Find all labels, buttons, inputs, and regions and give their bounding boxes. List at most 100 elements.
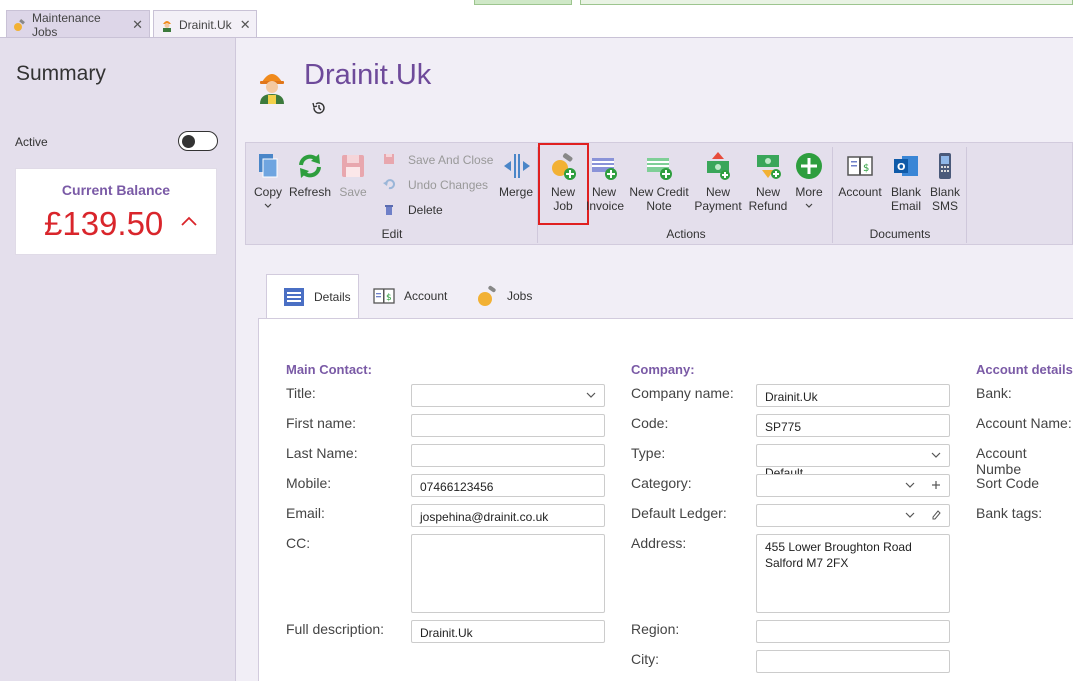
title-select[interactable]	[411, 384, 605, 407]
undo-changes-button[interactable]: Undo Changes	[382, 178, 488, 192]
group-divider	[966, 147, 967, 243]
main-contact-heading: Main Contact:	[286, 362, 372, 377]
code-field[interactable]: SP775	[756, 414, 950, 437]
window-tab-strip: Maintenance Jobs ✕ Drainit.Uk ✕	[0, 0, 1073, 39]
tab-jobs[interactable]: Jobs	[475, 274, 532, 318]
company-name-field[interactable]: Drainit.Uk	[756, 384, 950, 407]
category-label: Category:	[631, 475, 692, 491]
save-button[interactable]: Save	[337, 151, 369, 199]
ledger-icon: $	[372, 284, 396, 308]
page-title: Drainit.Uk	[304, 59, 432, 91]
copy-icon	[253, 151, 283, 181]
category-select[interactable]	[756, 474, 950, 497]
group-divider	[832, 147, 833, 243]
tab-details[interactable]: Details	[266, 274, 359, 318]
tab-maintenance-jobs[interactable]: Maintenance Jobs ✕	[6, 10, 150, 39]
record-header: Drainit.Uk	[237, 38, 1073, 134]
chevron-down-icon	[586, 388, 596, 407]
chevron-down-icon	[905, 508, 915, 527]
documents-group-label: Documents	[869, 227, 931, 241]
close-icon[interactable]: ✕	[132, 17, 143, 33]
balance-label: Current Balance	[61, 182, 171, 198]
undo-icon	[382, 178, 396, 192]
chevron-down-icon	[263, 199, 273, 213]
type-label: Type:	[631, 445, 666, 461]
default-ledger-select[interactable]	[756, 504, 950, 527]
tab-label: Drainit.Uk	[179, 17, 232, 32]
first-name-field[interactable]	[411, 414, 605, 437]
region-field[interactable]	[756, 620, 950, 643]
chevron-down-icon	[905, 478, 915, 497]
tab-account[interactable]: $ Account	[372, 274, 447, 318]
close-icon[interactable]: ✕	[240, 17, 251, 33]
city-label: City:	[631, 651, 659, 667]
chevron-down-icon	[804, 199, 814, 213]
first-name-label: First name:	[286, 415, 357, 431]
save-and-close-button[interactable]: Save And Close	[382, 153, 493, 167]
save-icon	[382, 153, 396, 167]
phone-icon	[930, 151, 960, 181]
new-payment-icon	[703, 151, 733, 181]
edit-group-label: Edit	[381, 227, 403, 241]
last-name-field[interactable]	[411, 444, 605, 467]
new-refund-icon	[753, 151, 783, 181]
new-refund-button[interactable]: New Refund	[746, 151, 790, 213]
save-icon	[338, 151, 368, 181]
bank-tags-label: Bank tags:	[976, 505, 1043, 521]
new-payment-button[interactable]: New Payment	[694, 151, 742, 213]
account-doc-button[interactable]: $ Account	[837, 151, 883, 199]
mobile-field[interactable]: 07466123456	[411, 474, 605, 497]
title-label: Title:	[286, 385, 316, 401]
type-select[interactable]: Default	[756, 444, 950, 480]
top-green-button[interactable]	[474, 0, 572, 5]
refresh-button[interactable]: Refresh	[288, 151, 332, 199]
details-icon	[282, 285, 306, 309]
outlook-icon: O	[891, 151, 921, 181]
actions-group-label: Actions	[666, 227, 706, 241]
cc-field[interactable]	[411, 534, 605, 613]
new-job-highlight	[538, 143, 589, 225]
blank-sms-button[interactable]: Blank SMS	[927, 151, 963, 213]
svg-text:O: O	[897, 162, 906, 173]
active-toggle[interactable]	[178, 131, 218, 151]
copy-button[interactable]: Copy	[252, 151, 284, 213]
toggle-knob	[182, 134, 195, 148]
svg-text:$: $	[386, 293, 392, 303]
full-description-field[interactable]: Drainit.Uk	[411, 620, 605, 643]
blank-email-button[interactable]: O Blank Email	[887, 151, 925, 213]
details-panel: Main Contact: Title: First name: Last Na…	[258, 318, 1073, 681]
chevron-up-icon[interactable]	[179, 211, 199, 234]
address-field[interactable]: 455 Lower Broughton Road Salford M7 2FX	[756, 534, 950, 613]
worker-icon	[257, 68, 287, 104]
refresh-icon	[295, 151, 325, 181]
top-green-bar[interactable]	[580, 0, 1073, 5]
tab-drainit-uk[interactable]: Drainit.Uk ✕	[153, 10, 257, 38]
default-ledger-label: Default Ledger:	[631, 505, 727, 521]
delete-button[interactable]: Delete	[382, 203, 443, 217]
pencil-icon[interactable]	[931, 508, 941, 527]
email-field[interactable]: jospehina@drainit.co.uk	[411, 504, 605, 527]
new-credit-note-button[interactable]: New Credit Note	[628, 151, 690, 213]
company-heading: Company:	[631, 362, 695, 377]
trash-icon	[382, 203, 396, 217]
history-icon[interactable]	[311, 100, 327, 116]
new-invoice-button[interactable]: New Invoice	[586, 151, 624, 213]
plus-icon[interactable]	[931, 478, 941, 497]
plus-circle-icon	[794, 151, 824, 181]
company-name-label: Company name:	[631, 385, 734, 401]
wrench-icon	[475, 284, 499, 308]
sort-code-label: Sort Code	[976, 475, 1040, 491]
merge-button[interactable]: Merge	[497, 151, 535, 199]
svg-text:$: $	[863, 163, 869, 174]
tab-label: Maintenance Jobs	[32, 10, 101, 39]
summary-title: Summary	[16, 62, 106, 85]
email-label: Email:	[286, 505, 325, 521]
region-label: Region:	[631, 621, 680, 637]
more-button[interactable]: More	[792, 151, 826, 213]
wrench-icon	[13, 18, 27, 32]
worker-icon	[160, 18, 174, 32]
city-field[interactable]	[756, 650, 950, 673]
ribbon-toolbar: Copy Refresh Save Save And Close Undo Ch…	[245, 142, 1073, 245]
new-credit-note-icon	[644, 151, 674, 181]
ledger-icon: $	[845, 151, 875, 181]
